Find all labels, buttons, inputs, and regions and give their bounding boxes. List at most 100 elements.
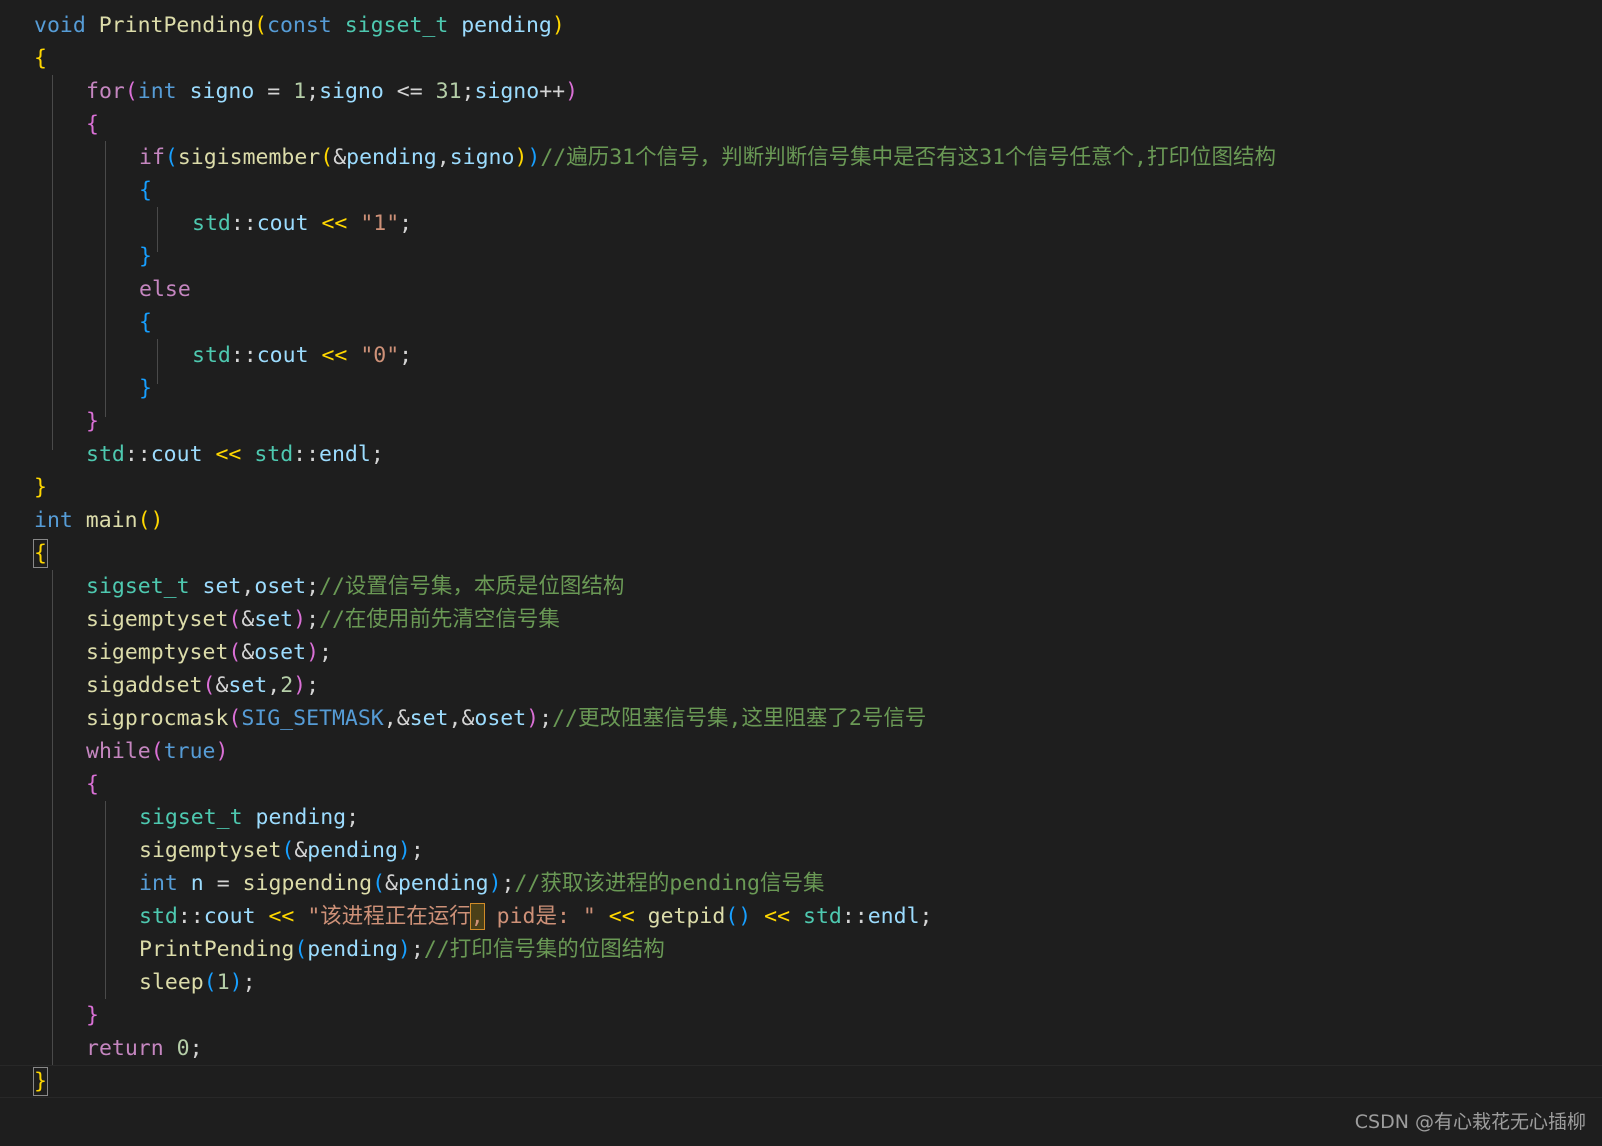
token-function-name: getpid [647,904,726,929]
code-line[interactable]: } [0,405,1602,438]
token-function-name: sigismember [177,145,321,170]
token-bracket: ( [228,607,242,632]
token-variable: cout [256,211,309,236]
token-function-name: PrintPending [98,13,255,38]
token-comment: //在使用前先清空信号集 [319,607,560,632]
matching-bracket-highlight[interactable]: } [33,1067,48,1096]
token-bracket: ) [738,904,752,929]
token-operator: & [385,871,398,896]
token-variable: oset [254,640,307,665]
token-namespace: std [254,442,294,467]
code-line[interactable]: return 0; [0,1032,1602,1065]
token-variable: pending [397,871,489,896]
token-operator: << [321,211,348,236]
token-keyword: const [267,13,332,38]
token-brace: { [86,112,99,137]
current-line[interactable]: } [0,1065,1602,1098]
selected-text-highlight[interactable]: , [469,903,485,930]
code-line[interactable]: sigemptyset(&pending); [0,834,1602,867]
token-bracket: ) [215,739,229,764]
code-content[interactable]: void PrintPending ( const sigset_t pending… [0,0,1602,1098]
token-bracket: ) [150,508,164,533]
token-keyword: int [139,871,178,896]
token-variable: set [228,673,268,698]
token-variable: set [409,706,449,731]
token-variable: pending [307,937,398,962]
token-scope-operator: :: [230,343,257,368]
token-bracket: ) [526,706,540,731]
code-line[interactable]: sleep(1); [0,966,1602,999]
code-line[interactable]: sigemptyset(&set);//在使用前先清空信号集 [0,603,1602,636]
token-brace: } [139,376,152,401]
token-semicolon: ; [189,1036,203,1061]
code-line[interactable]: else [0,273,1602,306]
code-line[interactable]: std::cout << "1"; [0,207,1602,240]
token-semicolon: ; [919,904,933,929]
token-semicolon: ; [539,706,553,731]
token-brace: { [139,178,152,203]
token-control-keyword: for [86,79,125,104]
token-brace: } [86,409,99,434]
token-bracket: ( [725,904,739,929]
token-namespace: std [803,904,842,929]
token-function-name: sigemptyset [86,640,229,665]
code-line[interactable]: } [0,999,1602,1032]
token-control-keyword: while [86,739,151,764]
code-line[interactable]: { [0,108,1602,141]
code-line[interactable]: sigprocmask(SIG_SETMASK,&set,&oset);//更改… [0,702,1602,735]
code-line[interactable]: int n = sigpending(&pending);//获取该进程的pen… [0,867,1602,900]
code-line[interactable]: { [0,174,1602,207]
token-operator: & [294,838,308,863]
token-keyword: void [34,13,86,38]
token-bracket: ) [527,145,541,170]
token-variable: cout [256,343,309,368]
token-namespace: std [192,211,231,236]
code-line[interactable]: std::cout << "该进程正在运行, pid是: " << getpid… [0,900,1602,933]
token-operator: & [396,706,410,731]
token-function-name: PrintPending [139,937,295,962]
code-line[interactable]: { [0,537,1602,570]
token-comment: //设置信号集，本质是位图结构 [319,574,625,599]
matching-bracket-highlight[interactable]: { [33,539,48,568]
code-line[interactable]: { [0,306,1602,339]
code-line[interactable]: if(sigismember(&pending,signo))//遍历31个信号… [0,141,1602,174]
token-comma: , [267,673,281,698]
token-comma: , [383,706,397,731]
token-bracket: ) [565,79,579,104]
token-brace: } [86,1003,99,1028]
token-comma: , [241,574,255,599]
code-line[interactable]: int main() [0,504,1602,537]
token-variable: signo [449,145,515,170]
code-line[interactable]: } [0,471,1602,504]
code-line[interactable]: sigaddset(&set,2); [0,669,1602,702]
code-line[interactable]: } [0,240,1602,273]
token-function-name: sigemptyset [139,838,282,863]
token-semicolon: ; [306,607,320,632]
code-line[interactable]: } [0,372,1602,405]
code-line[interactable]: std::cout << "0"; [0,339,1602,372]
token-bracket: ( [202,673,216,698]
code-line[interactable]: PrintPending(pending);//打印信号集的位图结构 [0,933,1602,966]
code-editor[interactable]: void PrintPending ( const sigset_t pending… [0,0,1602,1146]
token-bracket: ) [293,607,307,632]
token-bracket: ( [150,739,164,764]
token-variable: signo [319,79,384,104]
token-bracket: ( [320,145,334,170]
code-line[interactable]: for(int signo = 1;signo <= 31;signo++) [0,75,1602,108]
code-line[interactable]: while(true) [0,735,1602,768]
token-function-name: main [85,508,138,533]
code-line[interactable]: sigset_t set,oset;//设置信号集，本质是位图结构 [0,570,1602,603]
token-type: sigset_t [86,574,190,599]
token-scope-operator: :: [124,442,151,467]
token-bracket: ( [164,145,178,170]
token-operator: << [268,904,295,929]
token-number: 2 [280,673,294,698]
token-number: 1 [216,970,230,995]
code-line[interactable]: { [0,42,1602,75]
token-operator: << [215,442,242,467]
code-line[interactable]: { [0,768,1602,801]
code-line[interactable]: std::cout << std::endl; [0,438,1602,471]
code-line[interactable]: void PrintPending(const sigset_t pending… [0,9,1602,42]
code-line[interactable]: sigemptyset(&oset); [0,636,1602,669]
code-line[interactable]: sigset_t pending; [0,801,1602,834]
